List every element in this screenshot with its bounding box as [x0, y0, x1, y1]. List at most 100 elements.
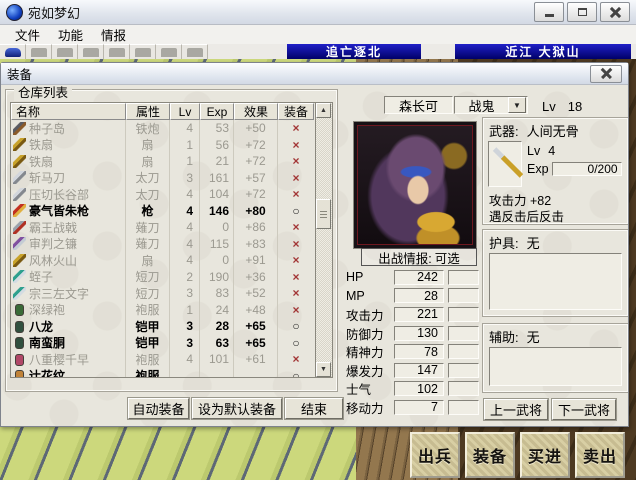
ship-icon — [187, 48, 203, 57]
weapon-exp-label: Exp — [527, 162, 549, 176]
dialog-close-button[interactable] — [590, 65, 622, 83]
menu-item-2[interactable]: 情报 — [92, 23, 135, 46]
stat-row: 爆发力 147 — [346, 361, 479, 380]
item-effect: +91 — [234, 252, 278, 269]
table-row[interactable]: 种子岛 铁炮 4 53 +50 × — [11, 120, 332, 137]
item-attr: 铁炮 — [126, 120, 170, 137]
town-toolbar-button[interactable] — [156, 44, 182, 59]
stat-row: 攻击力 221 — [346, 305, 479, 324]
stat-bonus-box — [448, 307, 479, 322]
horse-icon — [57, 48, 73, 57]
table-row[interactable]: 豪气皆朱枪 枪 4 146 +80 ○ — [11, 203, 332, 220]
portrait-art — [357, 125, 473, 245]
chevron-down-icon[interactable]: ▼ — [508, 97, 526, 113]
stat-value: 221 — [394, 307, 444, 322]
item-attr: 袍服 — [126, 368, 170, 379]
table-row[interactable]: 压切长谷部 太刀 4 104 +72 × — [11, 186, 332, 203]
item-exp — [200, 368, 234, 379]
item-name: 豪气皆朱枪 — [29, 203, 89, 220]
column-header: Exp — [200, 103, 234, 120]
scrollbar-thumb[interactable] — [316, 199, 331, 229]
close-button[interactable] — [600, 2, 630, 22]
stat-value: 28 — [394, 288, 444, 303]
castle-toolbar-button[interactable] — [130, 44, 156, 59]
item-effect: +48 — [234, 302, 278, 319]
minimize-button[interactable] — [534, 2, 564, 22]
ship-toolbar-button[interactable] — [182, 44, 208, 59]
set-default-equip-button[interactable]: 设为默认装备 — [192, 398, 282, 419]
table-row[interactable]: 审判之镰 薙刀 4 115 +83 × — [11, 236, 332, 253]
horse-toolbar-button[interactable] — [52, 44, 78, 59]
table-scrollbar[interactable]: ▲ ▼ — [315, 103, 332, 377]
sell-button[interactable]: 卖出 — [575, 432, 625, 478]
mountain-toolbar-button[interactable] — [0, 44, 26, 59]
map-button-row: 出兵装备买进卖出 — [410, 432, 625, 478]
weapon-exp-value: 0/200 — [552, 162, 622, 176]
item-equip-mark: × — [278, 153, 314, 170]
table-row[interactable]: 风林火山 扇 4 0 +91 × — [11, 252, 332, 269]
table-row[interactable]: 八龙 铠甲 3 28 +65 ○ — [11, 318, 332, 335]
stat-label: 士气 — [346, 379, 394, 398]
prev-general-button[interactable]: 上一武将 — [484, 399, 548, 420]
stat-value: 242 — [394, 270, 444, 285]
close-icon — [601, 68, 612, 79]
equip-button[interactable]: 装备 — [465, 432, 515, 478]
stat-label: 爆发力 — [346, 361, 394, 380]
deploy-button[interactable]: 出兵 — [410, 432, 460, 478]
table-row[interactable]: 南蛮胴 铠甲 3 63 +65 ○ — [11, 335, 332, 352]
next-general-button[interactable]: 下一武将 — [552, 399, 616, 420]
deploy-status: 出战情报: 可选 — [361, 248, 477, 266]
auto-equip-button[interactable]: 自动装备 — [128, 398, 189, 419]
item-equip-mark: × — [278, 351, 314, 368]
table-row[interactable]: 辻花纹 袍服 ○ — [11, 368, 332, 379]
item-exp: 104 — [200, 186, 234, 203]
armor-label: 护具: — [489, 233, 519, 252]
table-row[interactable]: 八重樱千早 袍服 4 101 +61 × — [11, 351, 332, 368]
class-dropdown[interactable]: 战鬼 ▼ — [454, 96, 528, 114]
column-header: 属性 — [126, 103, 170, 120]
maximize-button[interactable] — [567, 2, 597, 22]
item-name: 南蛮胴 — [29, 335, 65, 352]
stat-value: 102 — [394, 381, 444, 396]
stat-bonus-box — [448, 400, 479, 415]
camp-toolbar-button[interactable] — [26, 44, 52, 59]
buy-button[interactable]: 买进 — [520, 432, 570, 478]
table-row[interactable]: 深绿袍 袍服 1 24 +48 × — [11, 302, 332, 319]
town-icon — [161, 48, 177, 57]
scroll-toolbar-button[interactable] — [104, 44, 130, 59]
cart-icon — [83, 48, 99, 57]
table-row[interactable]: 铁扇 扇 1 21 +72 × — [11, 153, 332, 170]
stat-row: 精神力 78 — [346, 342, 479, 361]
cart-toolbar-button[interactable] — [78, 44, 104, 59]
item-lv: 1 — [170, 302, 200, 319]
item-attr: 太刀 — [126, 170, 170, 187]
menu-bar: 文件功能情报 — [0, 25, 636, 45]
item-exp: 63 — [200, 335, 234, 352]
scroll-down-arrow-icon[interactable]: ▼ — [316, 362, 331, 377]
stats-list: HP 242 MP 28 攻击力 221 防御力 130 精神力 — [346, 268, 479, 417]
item-icon — [13, 336, 26, 349]
item-attr: 扇 — [126, 137, 170, 154]
item-name: 种子岛 — [29, 120, 65, 137]
item-exp: 28 — [200, 318, 234, 335]
item-lv: 3 — [170, 285, 200, 302]
item-attr: 袍服 — [126, 351, 170, 368]
finish-button[interactable]: 结束 — [285, 398, 343, 419]
armor-value: 无 — [527, 233, 540, 252]
scroll-up-arrow-icon[interactable]: ▲ — [316, 103, 331, 118]
aux-empty-box — [489, 347, 622, 386]
menu-item-1[interactable]: 功能 — [49, 23, 92, 46]
menu-item-0[interactable]: 文件 — [6, 23, 49, 46]
item-lv: 1 — [170, 153, 200, 170]
stat-row: 防御力 130 — [346, 324, 479, 343]
table-row[interactable]: 霸王战戟 薙刀 4 0 +86 × — [11, 219, 332, 236]
table-row[interactable]: 铁扇 扇 1 56 +72 × — [11, 137, 332, 154]
item-equip-mark: × — [278, 285, 314, 302]
item-lv: 4 — [170, 203, 200, 220]
table-row[interactable]: 蛭子 短刀 2 190 +36 × — [11, 269, 332, 286]
table-row[interactable]: 宗三左文字 短刀 3 83 +52 × — [11, 285, 332, 302]
table-row[interactable]: 斩马刀 太刀 3 161 +57 × — [11, 170, 332, 187]
item-lv: 4 — [170, 120, 200, 137]
game-window: 宛如梦幻 文件功能情报 追亡逐北 近江 大狱山 出兵装备买进卖出 装备 仓库列表 — [0, 0, 636, 480]
aux-label: 辅助: — [489, 327, 519, 346]
